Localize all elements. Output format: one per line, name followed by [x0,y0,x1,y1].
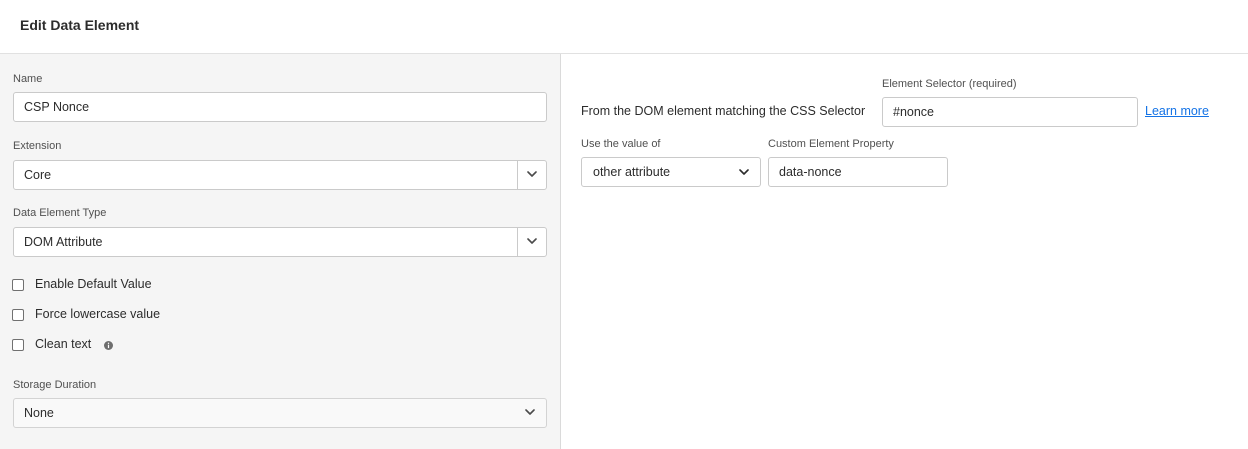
enable-default-value-label: Enable Default Value [35,277,152,291]
name-label: Name [13,73,43,85]
type-label: Data Element Type [13,207,107,219]
enable-default-value-checkbox[interactable] [12,279,24,291]
clean-text-label: Clean text [35,337,92,351]
custom-property-field[interactable]: data-nonce [768,157,948,187]
type-dropdown-button[interactable] [517,228,546,256]
extension-dropdown-button[interactable] [517,161,546,189]
element-selector-label: Element Selector (required) [882,78,1017,90]
type-select[interactable]: DOM Attribute [13,227,547,257]
clean-text-checkbox[interactable] [12,339,24,351]
storage-duration-label: Storage Duration [13,379,97,391]
use-value-label: Use the value of [581,138,661,150]
storage-duration-value: None [24,406,54,420]
left-panel: Name CSP Nonce Extension Core Data Eleme… [0,54,561,449]
info-icon[interactable] [104,341,113,350]
chevron-down-icon [739,169,749,175]
name-field[interactable]: CSP Nonce [13,92,547,122]
custom-property-label: Custom Element Property [768,138,894,150]
extension-value: Core [24,168,52,182]
page-title: Edit Data Element [20,17,140,33]
chevron-down-icon [525,409,535,415]
force-lowercase-checkbox[interactable] [12,309,24,321]
use-value-value: other attribute [593,165,671,179]
from-dom-element-text: From the DOM element matching the CSS Se… [581,104,866,118]
chevron-down-icon [527,238,537,244]
learn-more-link[interactable]: Learn more [1145,104,1209,118]
use-value-picker[interactable]: other attribute [581,157,761,187]
element-selector-field[interactable]: #nonce [882,97,1138,127]
chevron-down-icon [527,171,537,177]
extension-select[interactable]: Core [13,160,547,190]
type-value: DOM Attribute [24,235,103,249]
extension-label: Extension [13,140,62,152]
dialog-header: Edit Data Element [0,0,1248,54]
storage-duration-picker[interactable]: None [13,398,547,428]
force-lowercase-label: Force lowercase value [35,307,161,321]
